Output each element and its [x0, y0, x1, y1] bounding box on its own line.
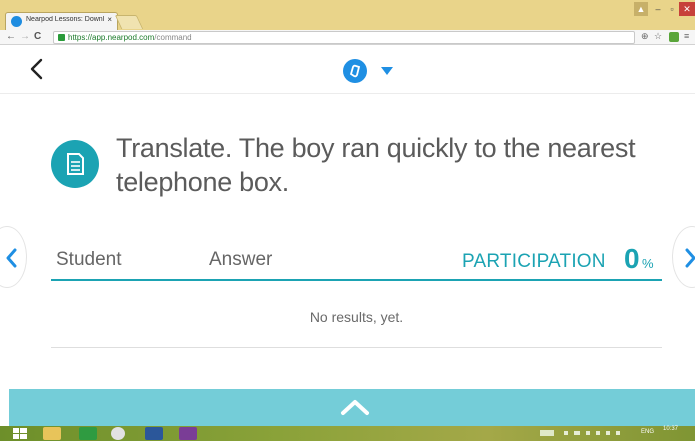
- address-bar[interactable]: https://app.nearpod.com/command: [53, 31, 635, 44]
- table-header-divider: [51, 279, 662, 281]
- next-slide-button[interactable]: [672, 226, 695, 288]
- chevron-right-icon: [685, 248, 695, 268]
- participation-value: 0: [624, 243, 640, 274]
- store-icon[interactable]: [79, 427, 97, 440]
- lock-icon: [58, 34, 65, 41]
- chrome-menu-icon[interactable]: ≡: [684, 31, 689, 41]
- student-column-header: Student: [56, 249, 122, 270]
- zoom-icon[interactable]: ⊕: [641, 31, 649, 42]
- chrome-icon[interactable]: [111, 427, 125, 440]
- chevron-up-icon: [341, 400, 369, 415]
- open-ended-question-icon: [51, 140, 99, 188]
- nearpod-logo-icon[interactable]: [343, 59, 367, 83]
- expand-drawer-button[interactable]: [9, 389, 695, 426]
- close-window-button[interactable]: ✕: [679, 2, 695, 16]
- maximize-button[interactable]: ▫: [665, 2, 679, 16]
- browser-tab[interactable]: Nearpod Lessons: Downl ×: [5, 12, 118, 30]
- onenote-icon[interactable]: [179, 427, 197, 440]
- windows-start-icon[interactable]: [12, 427, 30, 440]
- tab-title: Nearpod Lessons: Downl: [26, 16, 104, 23]
- participation-unit: %: [642, 256, 654, 271]
- participation-label: PARTICIPATION: [462, 251, 606, 272]
- url-text: https://app.nearpod.com/command: [68, 33, 192, 42]
- table-footer-divider: [51, 347, 662, 348]
- browser-back-button[interactable]: ←: [6, 31, 16, 42]
- chevron-left-icon: [6, 248, 17, 268]
- url-path: /command: [154, 33, 192, 42]
- tab-close-icon[interactable]: ×: [107, 15, 112, 24]
- browser-toolbar: ← → C https://app.nearpod.com/command ⊕ …: [0, 30, 695, 45]
- browser-reload-button[interactable]: C: [34, 31, 41, 42]
- input-language[interactable]: ENG: [641, 429, 654, 435]
- windows-taskbar: ENG 10:37: [0, 426, 695, 441]
- back-chevron-icon[interactable]: [26, 57, 48, 81]
- answer-column-header: Answer: [209, 249, 273, 270]
- taskbar-clock[interactable]: 10:37: [663, 426, 678, 433]
- nearpod-favicon-icon: [11, 16, 22, 27]
- previous-slide-button[interactable]: [0, 226, 27, 288]
- bookmark-star-icon[interactable]: ☆: [654, 31, 662, 42]
- word-icon[interactable]: [145, 427, 163, 440]
- browser-titlebar: Nearpod Lessons: Downl × ▲ – ▫ ✕: [0, 0, 695, 30]
- question-text: Translate. The boy ran quickly to the ne…: [116, 133, 636, 197]
- extension-icon[interactable]: [669, 32, 679, 42]
- empty-results-message: No results, yet.: [309, 309, 404, 325]
- nearpod-header: [0, 46, 695, 94]
- file-explorer-icon[interactable]: [43, 427, 61, 440]
- minimize-button[interactable]: –: [651, 2, 665, 16]
- user-icon[interactable]: ▲: [634, 2, 648, 16]
- dropdown-caret-icon[interactable]: [381, 67, 393, 75]
- browser-forward-button[interactable]: →: [20, 31, 30, 42]
- new-tab-button[interactable]: [114, 15, 144, 29]
- system-tray-icons[interactable]: [540, 429, 650, 437]
- url-host: https://app.nearpod.com: [68, 33, 155, 42]
